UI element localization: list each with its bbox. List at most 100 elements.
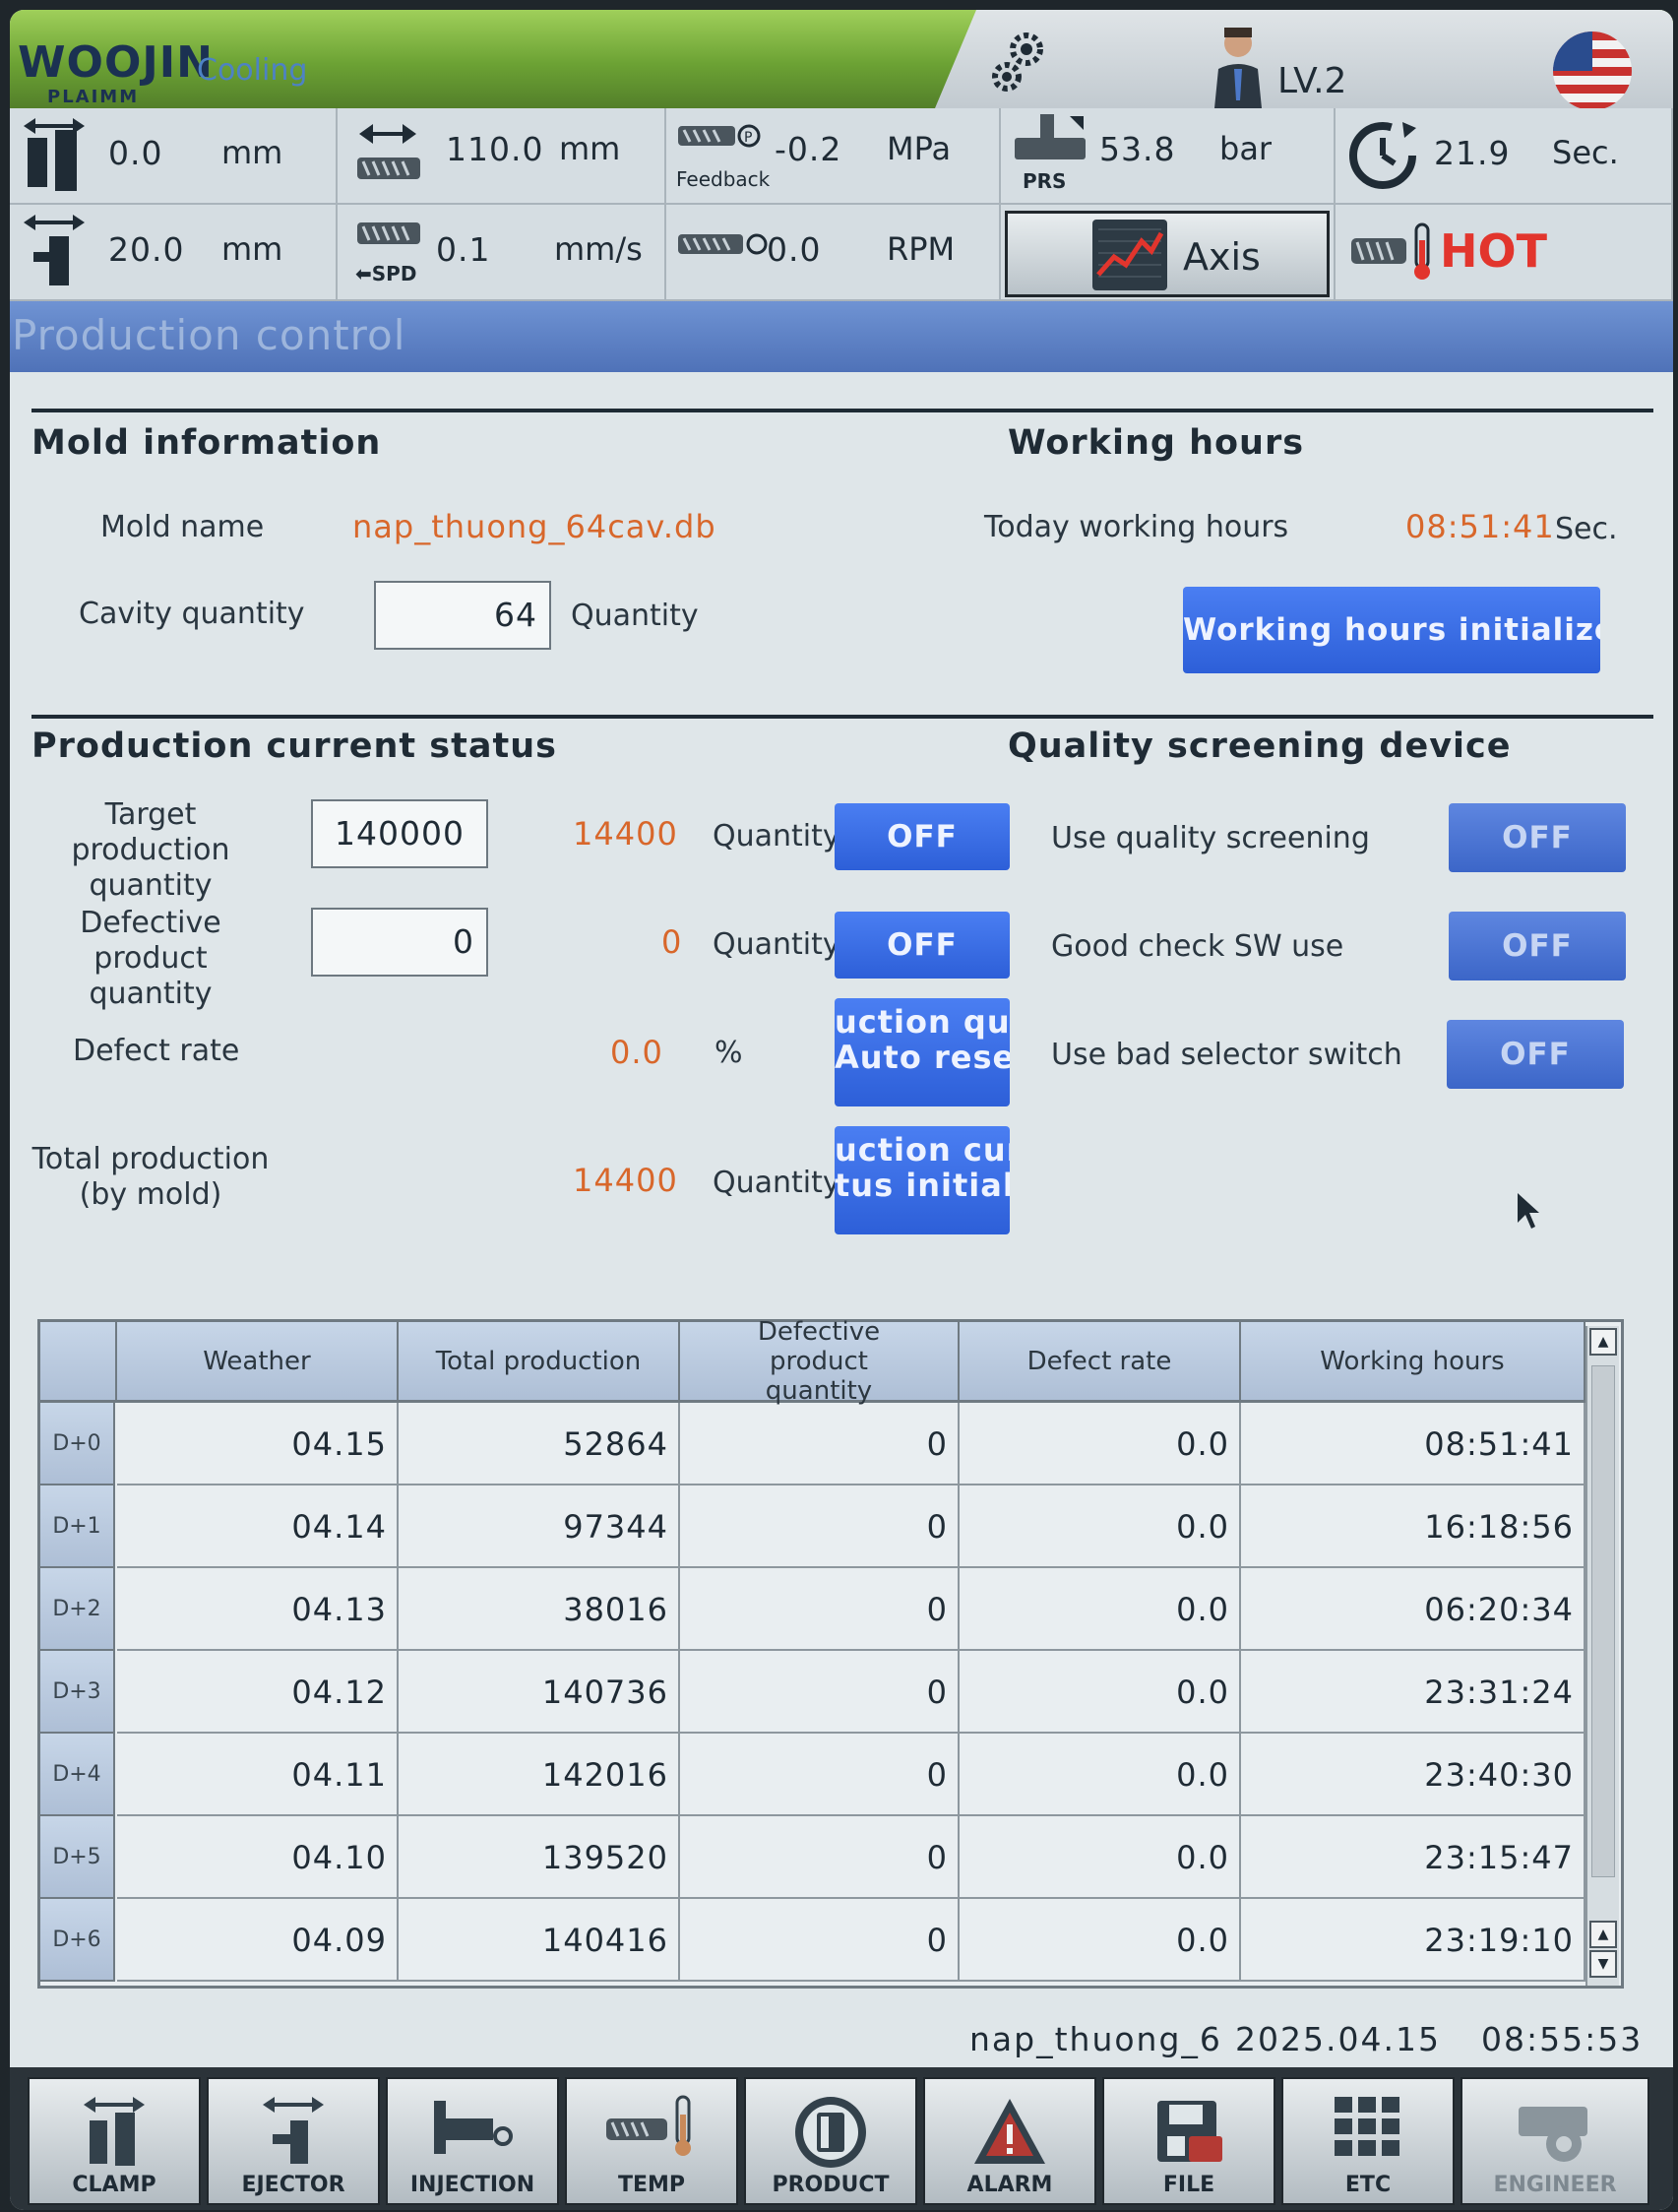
cycle-time-unit: Sec. [1552, 134, 1619, 171]
language-flag-icon[interactable] [1553, 32, 1632, 110]
target-production-input[interactable]: 140000 [311, 799, 488, 868]
scroll-up-icon[interactable]: ▲ [1589, 1921, 1617, 1948]
scroll-up-icon[interactable]: ▲ [1589, 1328, 1617, 1356]
system-pressure-cell: PRS 53.8 bar [1001, 108, 1336, 205]
today-working-hours-label: Today working hours [984, 510, 1289, 544]
cavity-quantity-label: Cavity quantity [79, 597, 305, 631]
brand-logo: WOOJIN [18, 37, 214, 88]
defect-rate-label: Defect rate [73, 1034, 240, 1068]
table-cell-hours: 23:19:10 [1241, 1899, 1585, 1982]
row-day-label: D+1 [40, 1485, 115, 1568]
cycle-time-value: 21.9 [1434, 134, 1511, 172]
table-cell-date: 04.15 [117, 1403, 399, 1485]
table-cell-total: 140736 [399, 1651, 680, 1734]
defective-product-current: 0 [661, 923, 683, 961]
row-day-label: D+0 [40, 1403, 115, 1485]
defective-product-input[interactable]: 0 [311, 908, 488, 977]
table-cell-date: 04.12 [117, 1651, 399, 1734]
nav-label: ALARM [966, 2173, 1053, 2197]
defective-product-toggle[interactable]: OFF [835, 912, 1010, 979]
table-cell-rate: 0.0 [960, 1899, 1241, 1982]
nav-label: ENGINEER [1493, 2173, 1617, 2197]
nav-label: INJECTION [409, 2173, 535, 2197]
file-disk-icon [1157, 2101, 1222, 2162]
mouse-cursor-icon [1518, 1193, 1539, 1229]
table-scrollbar[interactable]: ▲ ▲ ▼ [1585, 1326, 1619, 1986]
table-cell-rate: 0.0 [960, 1403, 1241, 1485]
section-divider [31, 715, 1653, 719]
column-header: Total production [399, 1322, 680, 1403]
pressure-feedback-icon: P [678, 124, 761, 148]
nav-label: PRODUCT [772, 2173, 890, 2197]
clamp-icon [84, 2097, 145, 2166]
production-status-initialize-button[interactable]: uction cur tus initiali [835, 1126, 1010, 1234]
nav-temp-button[interactable]: TEMP [565, 2077, 738, 2205]
total-production-label: Total production (by mold) [31, 1142, 270, 1212]
table-corner-header [40, 1322, 117, 1403]
table-cell-total: 139520 [399, 1816, 680, 1899]
bottom-navigation: CLAMP EJECTOR INJECTION TEMP PRODUCT ALA… [10, 2067, 1673, 2210]
table-cell-rate: 0.0 [960, 1816, 1241, 1899]
axis-label: Axis [1183, 235, 1261, 279]
footer-status-bar: nap_thuong_6 2025.04.15 08:55:53 [10, 2016, 1673, 2061]
table-cell-date: 04.11 [117, 1734, 399, 1816]
bad-selector-switch-toggle[interactable]: OFF [1447, 1020, 1624, 1089]
nav-alarm-button[interactable]: ALARM [923, 2077, 1096, 2205]
nav-clamp-button[interactable]: CLAMP [28, 2077, 201, 2205]
row-day-label: D+2 [40, 1568, 115, 1651]
page-title: Production control [12, 311, 406, 359]
cycle-time-cell: 21.9 Sec. [1336, 108, 1673, 205]
prs-label: PRS [1023, 169, 1067, 193]
injection-pressure-cell: P Feedback -0.2 MPa [666, 108, 1001, 205]
status-grid: 0.0 mm 20.0 mm 110.0 mm ⬅SPD 0.1 mm/s P … [10, 108, 1673, 301]
table-cell-hours: 23:31:24 [1241, 1651, 1585, 1734]
screw-speed-unit: mm/s [554, 230, 643, 268]
use-quality-screening-toggle[interactable]: OFF [1449, 803, 1626, 872]
pressure-gauge-icon [1015, 114, 1086, 159]
settings-gear-icon[interactable] [979, 24, 1058, 102]
user-icon[interactable] [1209, 22, 1268, 108]
svg-text:P: P [744, 130, 752, 146]
clamp-icon [24, 118, 85, 191]
scroll-down-icon[interactable]: ▼ [1589, 1950, 1617, 1978]
clamp-position-value: 0.0 [108, 134, 163, 172]
table-cell-hours: 08:51:41 [1241, 1403, 1585, 1485]
nav-etc-button[interactable]: ETC [1281, 2077, 1455, 2205]
screw-speed-cell: ⬅SPD 0.1 mm/s [338, 205, 666, 301]
screw-rpm-cell: 0.0 RPM [666, 205, 1001, 301]
column-header: Weather [117, 1322, 399, 1403]
nav-engineer-button[interactable]: ENGINEER [1460, 2077, 1649, 2205]
row-day-label: D+4 [40, 1734, 115, 1816]
section-divider [31, 409, 1653, 412]
cavity-quantity-input[interactable]: 64 [374, 581, 551, 650]
access-level: LV.2 [1277, 61, 1347, 101]
nav-ejector-button[interactable]: EJECTOR [207, 2077, 380, 2205]
production-status-heading: Production current status [31, 727, 557, 766]
ejector-position-value: 20.0 [108, 230, 185, 269]
today-working-hours-value: 08:51:41 [1405, 508, 1555, 545]
screw-position-cell: 110.0 mm [338, 108, 666, 205]
ejector-position-unit: mm [221, 230, 283, 268]
production-quantity-auto-reset-button[interactable]: uction quaAuto reset [835, 998, 1010, 1106]
nav-file-button[interactable]: FILE [1102, 2077, 1275, 2205]
mold-name-value: nap_thuong_64cav.db [352, 508, 716, 545]
table-cell-hours: 23:15:47 [1241, 1816, 1585, 1899]
target-production-toggle[interactable]: OFF [835, 803, 1010, 870]
table-cell-rate: 0.0 [960, 1651, 1241, 1734]
prs-unit: bar [1219, 130, 1273, 167]
nav-product-button[interactable]: PRODUCT [744, 2077, 917, 2205]
axis-button[interactable]: Axis [1005, 211, 1330, 297]
good-check-sw-toggle[interactable]: OFF [1449, 912, 1626, 980]
screw-position-unit: mm [559, 130, 621, 167]
nav-injection-button[interactable]: INJECTION [386, 2077, 559, 2205]
scroll-thumb[interactable] [1591, 1365, 1615, 1877]
cycle-timer-icon [1349, 122, 1416, 189]
temperature-icon [606, 2095, 691, 2156]
good-check-sw-label: Good check SW use [1051, 929, 1344, 964]
working-hours-initialize-button[interactable]: Working hours initialize [1183, 587, 1600, 673]
table-cell-date: 04.13 [117, 1568, 399, 1651]
feedback-label: Feedback [676, 167, 771, 191]
current-time: 08:55:53 [1481, 2020, 1644, 2058]
grid-menu-icon [1335, 2097, 1399, 2156]
hmi-screen: WOOJIN PLAIMM Cooling LV.2 0.0 mm 20.0 m… [10, 10, 1673, 2210]
